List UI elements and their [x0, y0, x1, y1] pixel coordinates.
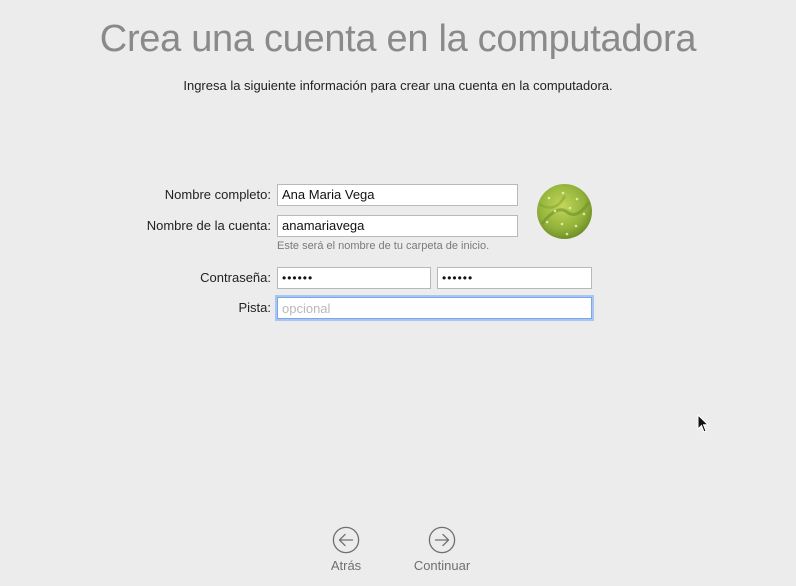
full-name-field[interactable]: Ana Maria Vega	[277, 184, 518, 206]
arrow-right-icon	[428, 526, 456, 554]
mouse-pointer-icon	[697, 414, 709, 433]
continue-button-label: Continuar	[413, 558, 471, 573]
continue-button[interactable]: Continuar	[407, 526, 477, 573]
account-name-label: Nombre de la cuenta:	[146, 218, 271, 233]
verify-password-field[interactable]: ••••••	[437, 267, 592, 289]
hint-input[interactable]	[277, 297, 592, 319]
back-button-label: Atrás	[330, 558, 362, 573]
full-name-label: Nombre completo:	[164, 187, 271, 202]
account-name-hint: Este será el nombre de tu carpeta de ini…	[277, 240, 490, 252]
cactus-avatar-image	[537, 184, 592, 239]
arrow-left-icon	[332, 526, 360, 554]
password-label: Contraseña:	[200, 270, 271, 285]
password-field[interactable]: ••••••	[277, 267, 431, 289]
account-name-field[interactable]: anamariavega	[277, 215, 518, 237]
page-title: Crea una cuenta en la computadora	[99, 18, 697, 60]
hint-label: Pista:	[238, 300, 271, 315]
page-subtitle: Ingresa la siguiente información para cr…	[183, 78, 613, 93]
back-button[interactable]: Atrás	[311, 526, 381, 573]
cactus-avatar-icon[interactable]	[537, 184, 592, 239]
